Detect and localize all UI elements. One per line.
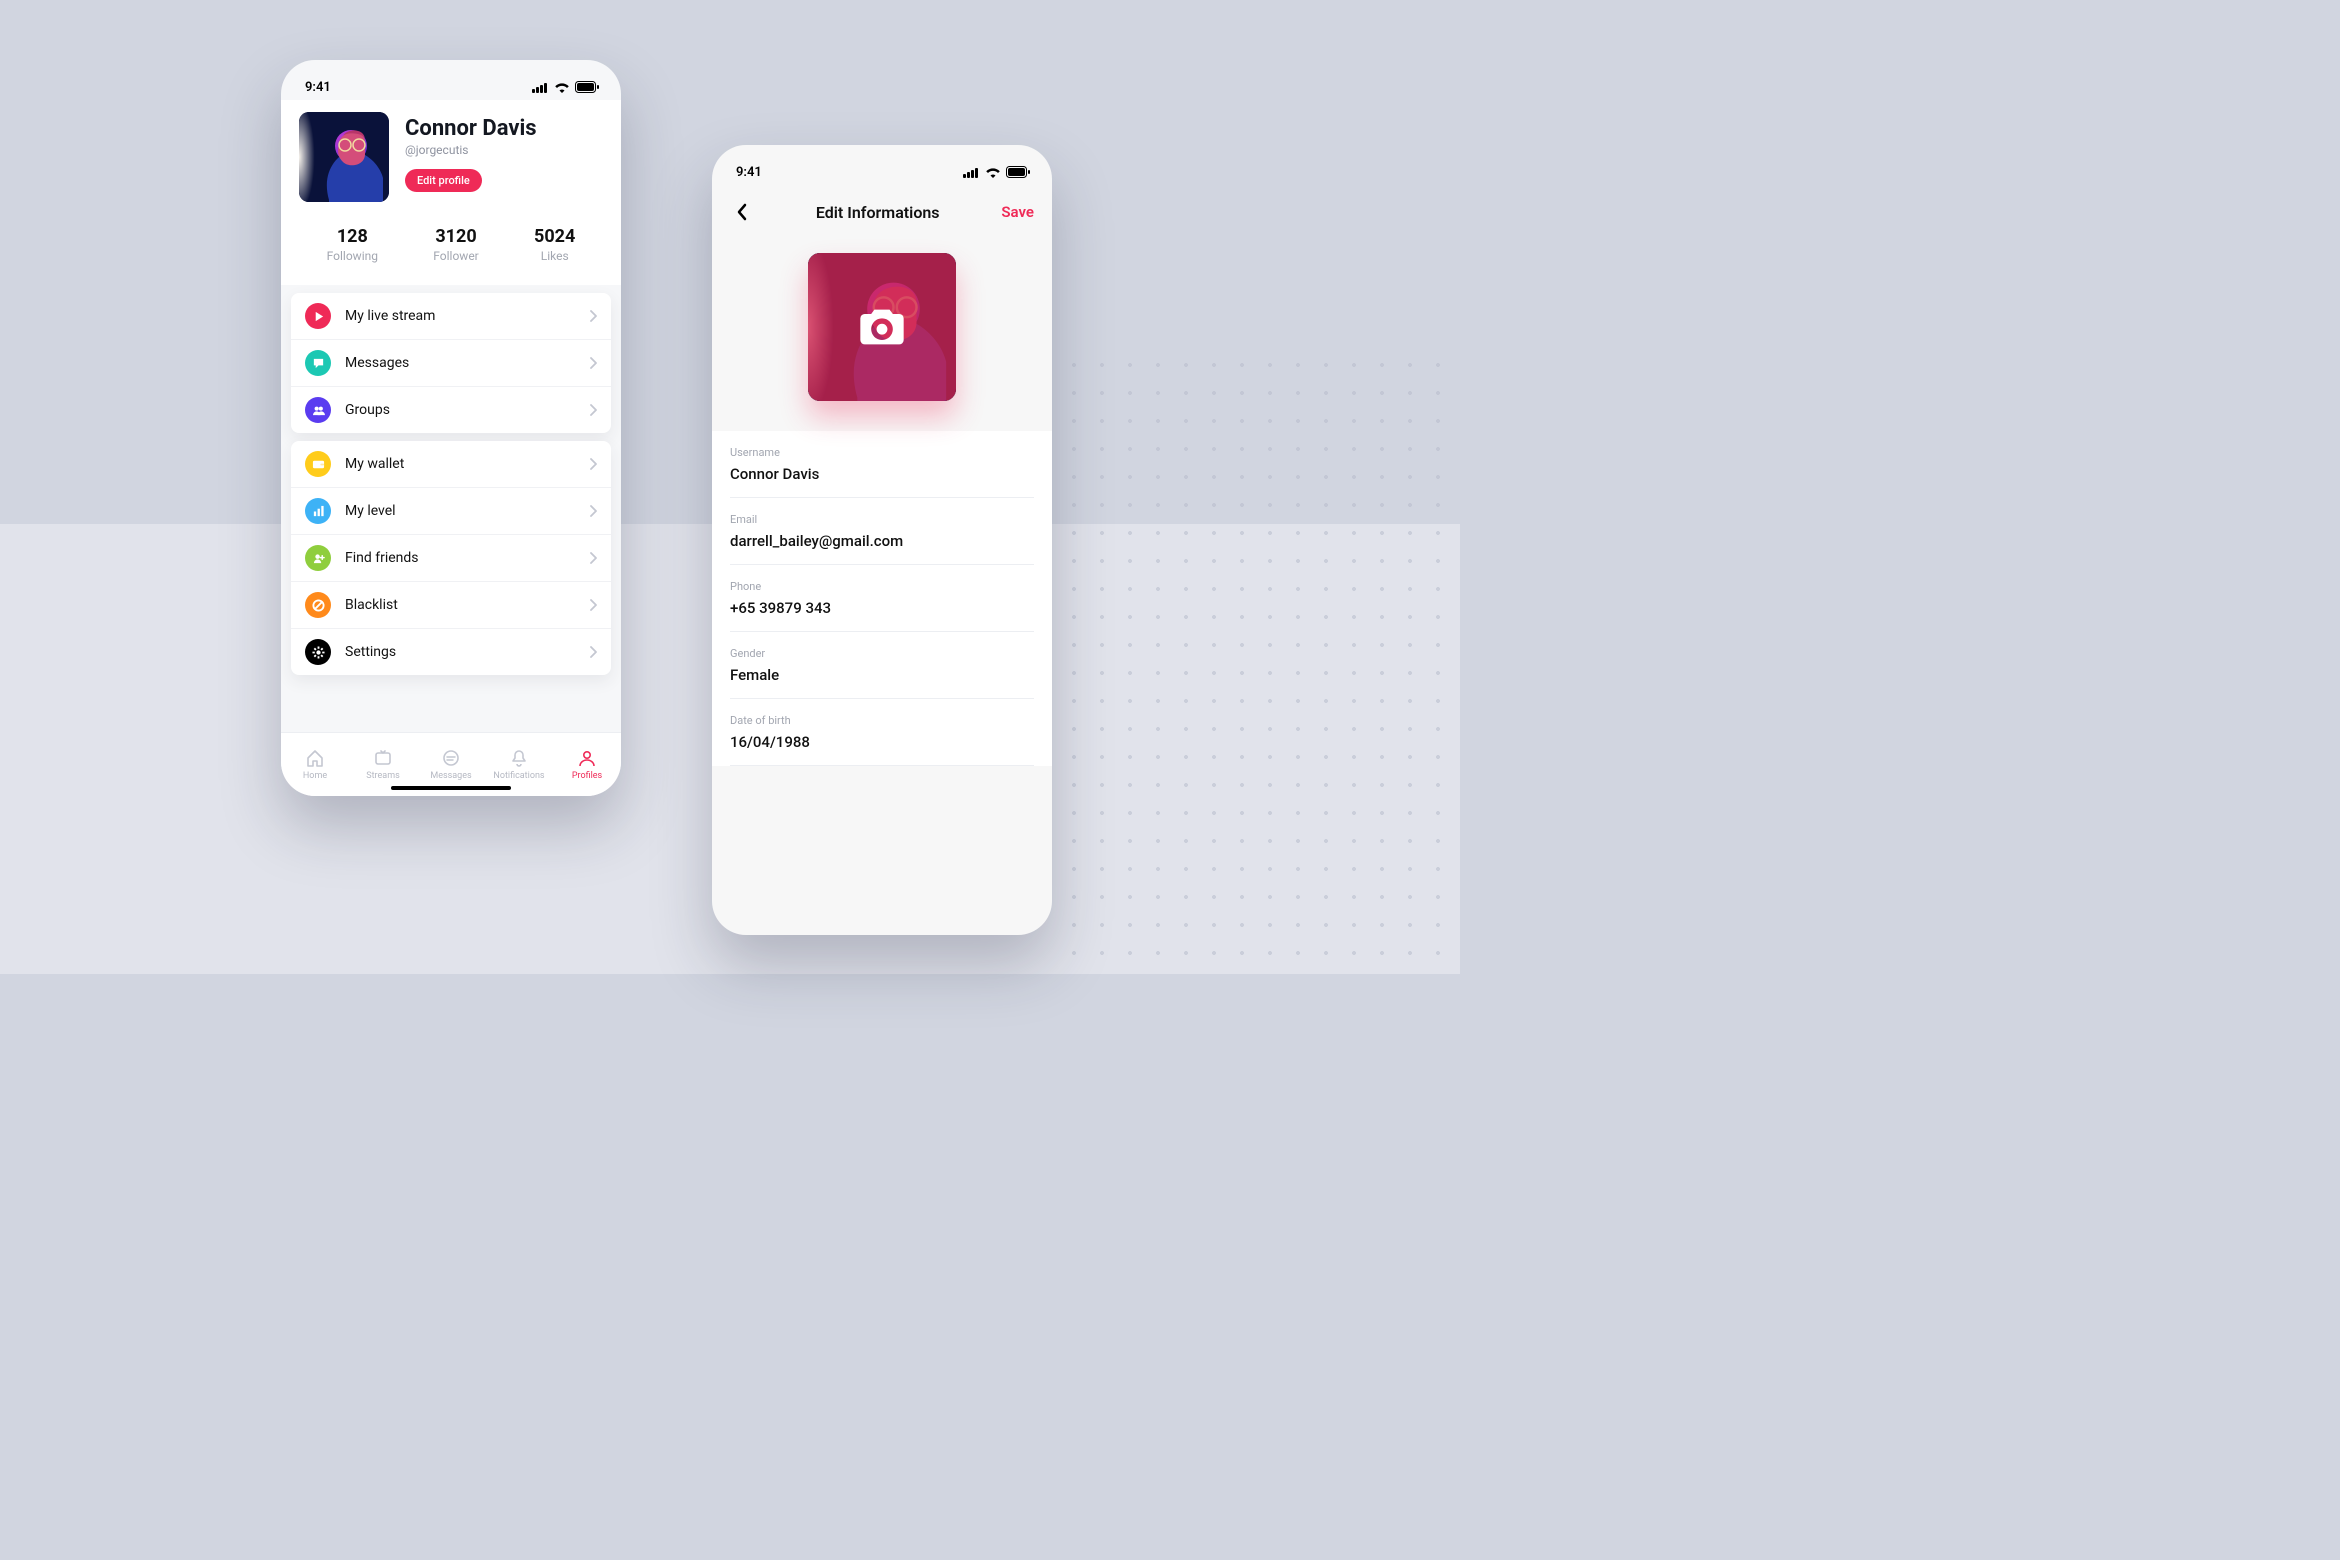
edit-screen: 9:41 Edit Informations Save Username <box>712 145 1052 935</box>
battery-icon <box>1006 166 1030 178</box>
menu-card-2: My wallet My level Find friends Blacklist Se… <box>291 441 611 675</box>
wifi-icon <box>554 81 570 93</box>
nav-header: Edit Informations Save <box>712 185 1052 233</box>
messages-icon <box>441 748 461 768</box>
bell-icon <box>509 748 529 768</box>
block-icon <box>305 592 331 618</box>
menu-row-settings[interactable]: Settings <box>291 629 611 675</box>
menu-row-my-live-stream[interactable]: My live stream <box>291 293 611 340</box>
menu-row-label: My level <box>345 503 589 519</box>
menu-row-find-friends[interactable]: Find friends <box>291 535 611 582</box>
field-username[interactable]: Username Connor Davis <box>730 431 1034 498</box>
status-time: 9:41 <box>736 165 762 180</box>
menu-row-label: Blacklist <box>345 597 589 613</box>
cellular-icon <box>532 82 549 93</box>
stat-follower[interactable]: 3120 Follower <box>433 226 478 263</box>
wallet-icon <box>305 451 331 477</box>
field-dob[interactable]: Date of birth 16/04/1988 <box>730 699 1034 766</box>
chevron-right-icon <box>589 404 597 416</box>
battery-icon <box>575 81 599 93</box>
edit-profile-button[interactable]: Edit profile <box>405 169 482 192</box>
stat-following[interactable]: 128 Following <box>327 226 378 263</box>
menu-row-label: Groups <box>345 402 589 418</box>
screen-title: Edit Informations <box>816 203 940 222</box>
avatar[interactable] <box>299 112 389 202</box>
camera-icon <box>856 301 908 353</box>
field-gender[interactable]: Gender Female <box>730 632 1034 699</box>
chevron-right-icon <box>589 310 597 322</box>
chevron-right-icon <box>589 646 597 658</box>
play-icon <box>305 303 331 329</box>
tab-label: Profiles <box>572 771 602 781</box>
chevron-right-icon <box>589 357 597 369</box>
menu-row-messages[interactable]: Messages <box>291 340 611 387</box>
back-button[interactable] <box>730 197 754 227</box>
profile-name: Connor Davis <box>405 116 537 141</box>
tab-label: Streams <box>366 771 399 781</box>
chat-icon <box>305 350 331 376</box>
chevron-right-icon <box>589 505 597 517</box>
form: Username Connor Davis Email darrell_bail… <box>712 431 1052 766</box>
tab-label: Home <box>303 771 327 781</box>
menu-row-my-level[interactable]: My level <box>291 488 611 535</box>
status-bar: 9:41 <box>712 145 1052 185</box>
tab-profiles[interactable]: Profiles <box>553 733 621 796</box>
menu-row-groups[interactable]: Groups <box>291 387 611 433</box>
menu-row-label: Messages <box>345 355 589 371</box>
chevron-right-icon <box>589 599 597 611</box>
field-phone[interactable]: Phone +65 39879 343 <box>730 565 1034 632</box>
menu-row-label: My live stream <box>345 308 589 324</box>
chevron-right-icon <box>589 552 597 564</box>
gear-icon <box>305 639 331 665</box>
profile-header: Connor Davis @jorgecutis Edit profile 12… <box>281 100 621 285</box>
menu-row-label: Settings <box>345 644 589 660</box>
wifi-icon <box>985 166 1001 178</box>
profile-screen: 9:41 <box>281 60 621 796</box>
status-icons <box>963 166 1030 178</box>
home-indicator <box>391 786 511 790</box>
menu-row-label: Find friends <box>345 550 589 566</box>
people-icon <box>305 397 331 423</box>
addfriend-icon <box>305 545 331 571</box>
streams-icon <box>373 748 393 768</box>
profile-username: @jorgecutis <box>405 143 537 157</box>
profile-photo-picker[interactable] <box>808 253 956 401</box>
status-icons <box>532 81 599 93</box>
menu-row-label: My wallet <box>345 456 589 472</box>
tab-label: Notifications <box>493 771 544 781</box>
menu-row-blacklist[interactable]: Blacklist <box>291 582 611 629</box>
chevron-left-icon <box>736 203 748 221</box>
cellular-icon <box>963 167 980 178</box>
tab-label: Messages <box>430 771 471 781</box>
save-button[interactable]: Save <box>1001 203 1034 221</box>
home-icon <box>305 748 325 768</box>
field-email[interactable]: Email darrell_bailey@gmail.com <box>730 498 1034 565</box>
menu-card-1: My live stream Messages Groups <box>291 293 611 433</box>
status-time: 9:41 <box>305 80 331 95</box>
profile-icon <box>577 748 597 768</box>
stat-likes[interactable]: 5024 Likes <box>534 226 575 263</box>
tab-home[interactable]: Home <box>281 733 349 796</box>
chevron-right-icon <box>589 458 597 470</box>
status-bar: 9:41 <box>281 60 621 100</box>
menu-row-my-wallet[interactable]: My wallet <box>291 441 611 488</box>
bars-icon <box>305 498 331 524</box>
